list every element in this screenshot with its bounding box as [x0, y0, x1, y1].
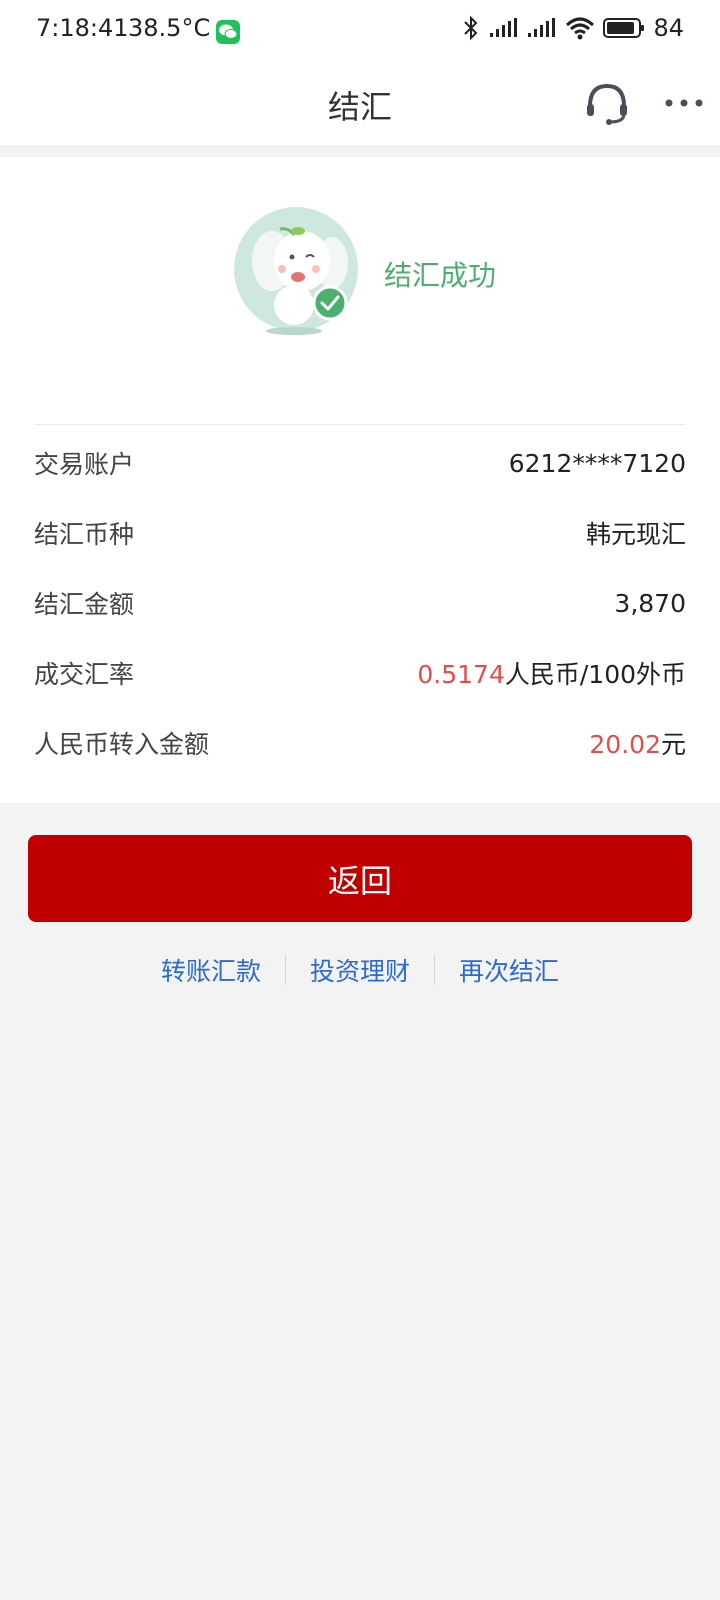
link-transfer[interactable]: 转账汇款 — [137, 952, 285, 988]
section-gap — [0, 147, 720, 157]
headset-icon[interactable] — [584, 80, 630, 126]
more-icon[interactable] — [664, 96, 704, 110]
status-bar: 7:18:41 38.5°C 84 — [0, 0, 720, 62]
detail-row-amount: 结汇金额 3,870 — [34, 573, 686, 633]
detail-value: 韩元现汇 — [585, 520, 686, 549]
page-header: 结汇 — [0, 62, 720, 147]
divider — [34, 424, 686, 425]
detail-row-currency: 结汇币种 韩元现汇 — [34, 503, 686, 563]
rmb-amount-number: 20.02 — [589, 730, 661, 759]
wechat-icon — [216, 20, 240, 44]
detail-label: 结汇金额 — [34, 590, 135, 619]
link-invest[interactable]: 投资理财 — [286, 952, 434, 988]
link-settle-again[interactable]: 再次结汇 — [435, 952, 583, 988]
detail-row-rmb-amount: 人民币转入金额 20.02元 — [34, 713, 686, 773]
detail-value: 20.02元 — [589, 725, 686, 761]
bluetooth-icon — [464, 15, 478, 41]
status-time: 7:18:41 — [36, 14, 129, 42]
detail-row-rate: 成交汇率 0.5174人民币/100外币 — [34, 643, 686, 703]
status-icons: 84 — [461, 14, 684, 42]
success-status: 结汇成功 — [384, 259, 497, 292]
quick-links: 转账汇款 投资理财 再次结汇 — [0, 950, 720, 990]
battery-level: 84 — [653, 14, 684, 42]
elephant-mascot-icon — [234, 207, 358, 335]
wifi-icon — [566, 17, 595, 40]
rate-number: 0.5174 — [417, 660, 505, 689]
detail-label: 结汇币种 — [34, 520, 135, 549]
check-icon — [312, 285, 348, 321]
signal-icon — [490, 18, 518, 37]
detail-label: 人民币转入金额 — [34, 730, 210, 759]
rmb-amount-unit: 元 — [660, 730, 686, 759]
rate-unit: 人民币/100外币 — [504, 660, 686, 689]
detail-label: 交易账户 — [34, 450, 135, 479]
detail-value: 0.5174人民币/100外币 — [417, 655, 686, 691]
return-button[interactable]: 返回 — [28, 835, 692, 922]
signal-icon — [528, 18, 556, 37]
detail-value: 3,870 — [614, 588, 686, 618]
detail-label: 成交汇率 — [34, 660, 135, 689]
battery-icon — [603, 18, 645, 38]
detail-value: 6212****7120 — [508, 448, 686, 478]
detail-row-account: 交易账户 6212****7120 — [34, 433, 686, 493]
status-temperature: 38.5°C — [128, 14, 211, 42]
result-card: 结汇成功 交易账户 6212****7120 结汇币种 韩元现汇 结汇金额 3,… — [0, 157, 720, 803]
